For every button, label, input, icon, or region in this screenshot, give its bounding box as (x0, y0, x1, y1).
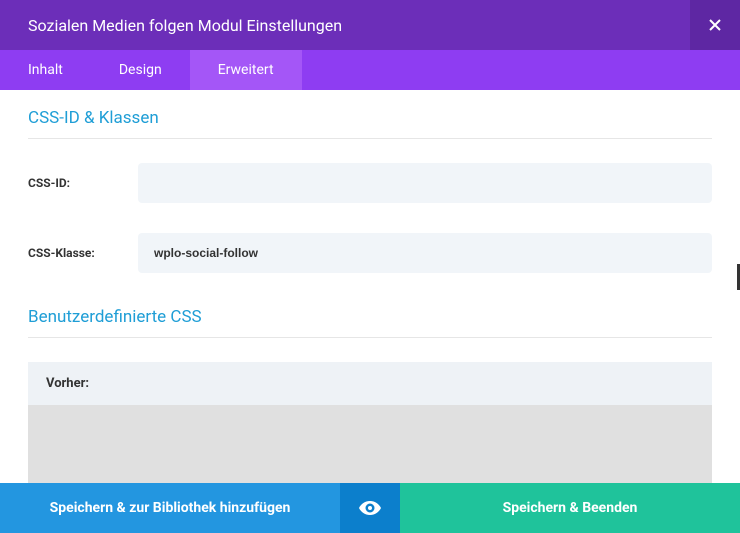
save-to-library-button[interactable]: Speichern & zur Bibliothek hinzufügen (0, 483, 340, 533)
code-vorher-body[interactable] (28, 405, 712, 483)
close-button[interactable] (690, 0, 740, 50)
module-settings-modal: Sozialen Medien folgen Modul Einstellung… (0, 0, 740, 533)
css-id-input[interactable] (138, 163, 712, 203)
section-benutzerdefinierte-css: Benutzerdefinierte CSS (28, 307, 712, 338)
css-klasse-label: CSS-Klasse: (28, 246, 138, 260)
modal-header: Sozialen Medien folgen Modul Einstellung… (0, 0, 740, 50)
tab-erweitert[interactable]: Erweitert (190, 50, 302, 90)
code-block-vorher: Vorher: (28, 362, 712, 483)
modal-title: Sozialen Medien folgen Modul Einstellung… (0, 0, 690, 50)
close-icon (709, 19, 721, 31)
tab-inhalt[interactable]: Inhalt (0, 50, 91, 90)
save-and-exit-button[interactable]: Speichern & Beenden (400, 483, 740, 533)
modal-content: CSS-ID & Klassen CSS-ID: CSS-Klasse: Ben… (0, 90, 740, 483)
tab-design[interactable]: Design (91, 50, 190, 90)
css-id-label: CSS-ID: (28, 176, 138, 190)
preview-button[interactable] (340, 483, 400, 533)
field-row-css-klasse: CSS-Klasse: (28, 233, 712, 273)
modal-footer: Speichern & zur Bibliothek hinzufügen Sp… (0, 483, 740, 533)
code-vorher-label: Vorher: (28, 362, 712, 405)
tabs-bar: Inhalt Design Erweitert (0, 50, 740, 90)
field-row-css-id: CSS-ID: (28, 163, 712, 203)
section-css-id-klassen: CSS-ID & Klassen (28, 108, 712, 139)
eye-icon (359, 501, 381, 515)
css-klasse-input[interactable] (138, 233, 712, 273)
